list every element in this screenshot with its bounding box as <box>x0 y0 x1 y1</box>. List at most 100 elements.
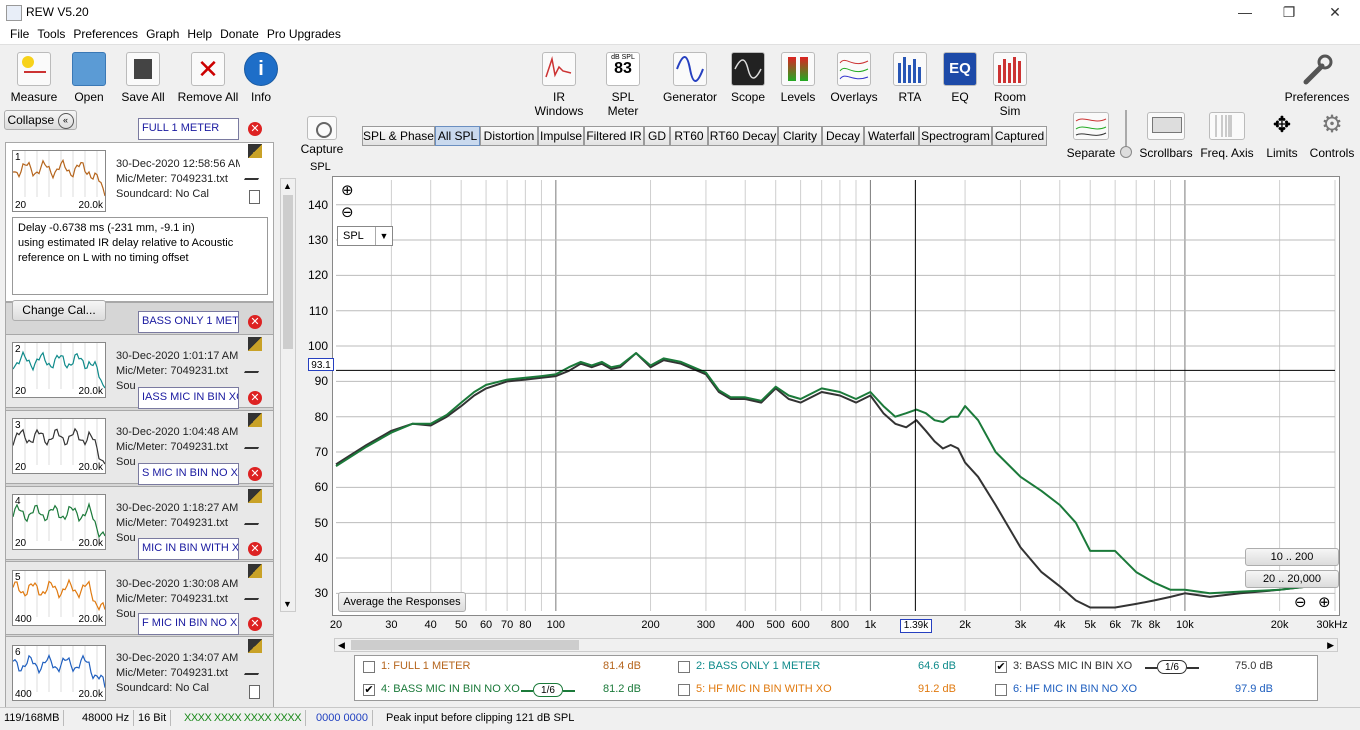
measurement-thumbnail[interactable]: 5 400 20.0k <box>12 570 106 626</box>
graph-tab-impulse[interactable]: Impulse <box>538 126 584 146</box>
trace-visibility-checkbox[interactable] <box>678 661 690 673</box>
menu-donate[interactable]: Donate <box>216 24 263 41</box>
graph-tab-decay[interactable]: Decay <box>822 126 864 146</box>
y-axis-select[interactable]: SPL ▼ <box>337 226 393 246</box>
collapse-button[interactable]: Collapse « <box>4 110 77 130</box>
zoom-out-x-icon[interactable]: ⊖ <box>1294 593 1307 611</box>
ir-windows-button[interactable]: IR Windows <box>528 52 590 118</box>
menu-pro-upgrades[interactable]: Pro Upgrades <box>263 24 345 41</box>
change-cal-button[interactable]: Change Cal... <box>12 300 106 321</box>
measurement-scrollbar[interactable]: ▲ ▼ <box>280 178 296 612</box>
levels-button[interactable]: Levels <box>778 52 818 104</box>
measurement-name-field[interactable]: MIC IN BIN WITH XO <box>138 538 239 560</box>
measurement-thumbnail[interactable]: 2 20 20.0k <box>12 342 106 398</box>
zoom-in-icon[interactable]: ⊕ <box>341 183 354 198</box>
average-responses-button[interactable]: Average the Responses <box>338 592 466 612</box>
notes-icon[interactable] <box>249 190 260 204</box>
separate-button[interactable]: Separate <box>1066 112 1116 160</box>
save-measurement-icon[interactable] <box>248 489 262 503</box>
save-all-button[interactable]: Save All <box>118 52 168 104</box>
graph-tab-spectrogram[interactable]: Spectrogram <box>919 126 992 146</box>
remove-measurement-icon[interactable]: ✕ <box>248 122 262 136</box>
menu-help[interactable]: Help <box>183 24 216 41</box>
measurement-thumbnail[interactable]: 6 400 20.0k <box>12 645 106 701</box>
measurement-thumbnail[interactable]: 1 20 20.0k <box>12 150 106 212</box>
remove-all-button[interactable]: ✕ Remove All <box>176 52 240 104</box>
overlays-button[interactable]: Overlays <box>828 52 880 104</box>
graph-tab-distortion[interactable]: Distortion <box>480 126 538 146</box>
trace-visibility-checkbox[interactable] <box>995 684 1007 696</box>
trace-visibility-checkbox[interactable] <box>363 661 375 673</box>
controls-button[interactable]: ⚙ Controls <box>1308 112 1356 160</box>
save-measurement-icon[interactable] <box>248 144 262 158</box>
freq-axis-button[interactable]: Freq. Axis <box>1200 112 1254 160</box>
zoom-in-x-icon[interactable]: ⊕ <box>1318 593 1331 611</box>
trace-visibility-checkbox[interactable]: ✔ <box>995 661 1007 673</box>
menu-tools[interactable]: Tools <box>33 24 69 41</box>
rta-icon <box>893 52 927 86</box>
trace-visibility-checkbox[interactable] <box>678 684 690 696</box>
range-10-200-button[interactable]: 10 .. 200 <box>1245 548 1339 566</box>
cursor-y-readout: 93.1 <box>308 358 334 371</box>
eq-button[interactable]: EQ EQ <box>940 52 980 104</box>
measurement-name-field[interactable]: S MIC IN BIN NO XO <box>138 463 239 485</box>
scope-button[interactable]: Scope <box>728 52 768 104</box>
graph-tab-waterfall[interactable]: Waterfall <box>864 126 919 146</box>
open-button[interactable]: Open <box>66 52 112 104</box>
capture-button[interactable]: Capture <box>300 116 344 156</box>
measurement-name-field[interactable]: BASS ONLY 1 MET <box>138 311 239 333</box>
restore-button[interactable]: ❐ <box>1266 0 1312 24</box>
remove-measurement-icon[interactable]: ✕ <box>248 315 262 329</box>
limits-button[interactable]: ✥ Limits <box>1262 112 1302 160</box>
range-20-20000-button[interactable]: 20 .. 20,000 <box>1245 570 1339 588</box>
graph-tab-rt60[interactable]: RT60 <box>670 126 708 146</box>
graph-tab-captured[interactable]: Captured <box>992 126 1047 146</box>
preferences-button[interactable]: Preferences <box>1284 52 1350 104</box>
save-measurement-icon[interactable] <box>248 639 262 653</box>
save-measurement-icon[interactable] <box>248 337 262 351</box>
menu-file[interactable]: File <box>6 24 33 41</box>
remove-measurement-icon[interactable]: ✕ <box>248 542 262 556</box>
measurement-name-field[interactable]: IASS MIC IN BIN XO <box>138 387 239 409</box>
trace-visibility-checkbox[interactable]: ✔ <box>363 684 375 696</box>
generator-button[interactable]: Generator <box>662 52 718 104</box>
x-scrollbar[interactable]: ◀ ▶ <box>334 638 1338 652</box>
graph-tab-clarity[interactable]: Clarity <box>778 126 822 146</box>
measurement-thumbnail[interactable]: 3 20 20.0k <box>12 418 106 474</box>
measurement-thumbnail[interactable]: 4 20 20.0k <box>12 494 106 550</box>
menu-preferences[interactable]: Preferences <box>69 24 142 41</box>
rta-button[interactable]: RTA <box>890 52 930 104</box>
zoom-out-icon[interactable]: ⊖ <box>341 205 354 220</box>
menu-graph[interactable]: Graph <box>142 24 183 41</box>
graph-tab-gd[interactable]: GD <box>644 126 670 146</box>
smoothing-badge[interactable]: 1/6 <box>533 683 563 697</box>
remove-measurement-icon[interactable]: ✕ <box>248 617 262 631</box>
scrollbars-button[interactable]: Scrollbars <box>1138 112 1194 160</box>
info-button[interactable]: i Info <box>244 52 278 104</box>
remove-measurement-icon[interactable]: ✕ <box>248 467 262 481</box>
notes-icon[interactable] <box>249 685 260 699</box>
measure-button[interactable]: Measure <box>8 52 60 104</box>
save-measurement-icon[interactable] <box>248 564 262 578</box>
graph-tab-filtered-ir[interactable]: Filtered IR <box>584 126 644 146</box>
measurement-name-field[interactable]: FULL 1 METER <box>138 118 239 140</box>
minimize-button[interactable]: — <box>1222 0 1268 24</box>
graph-tab-rt60-decay[interactable]: RT60 Decay <box>708 126 778 146</box>
trace-label: 1: FULL 1 METER <box>381 660 471 672</box>
room-sim-button[interactable]: Room Sim <box>984 52 1036 118</box>
graph-tab-all-spl[interactable]: All SPL <box>435 126 480 146</box>
series-line-1 <box>335 352 1311 609</box>
scrollbars-icon <box>1147 112 1185 140</box>
spl-graph[interactable] <box>332 176 1340 616</box>
close-window-button[interactable]: ✕ <box>1312 0 1358 24</box>
measurement-name-field[interactable]: F MIC IN BIN NO XO <box>138 613 239 635</box>
spl-plot-svg[interactable] <box>333 177 1339 615</box>
smoothing-badge[interactable]: 1/6 <box>1157 660 1187 674</box>
x-scroll-thumb[interactable] <box>351 640 579 650</box>
graph-tab-spl-phase[interactable]: SPL & Phase <box>362 126 435 146</box>
spl-meter-button[interactable]: dB SPL 83 SPL Meter <box>596 52 650 118</box>
scroll-thumb[interactable] <box>283 195 293 349</box>
save-measurement-icon[interactable] <box>248 413 262 427</box>
remove-measurement-icon[interactable]: ✕ <box>248 391 262 405</box>
separate-slider[interactable] <box>1120 110 1132 160</box>
